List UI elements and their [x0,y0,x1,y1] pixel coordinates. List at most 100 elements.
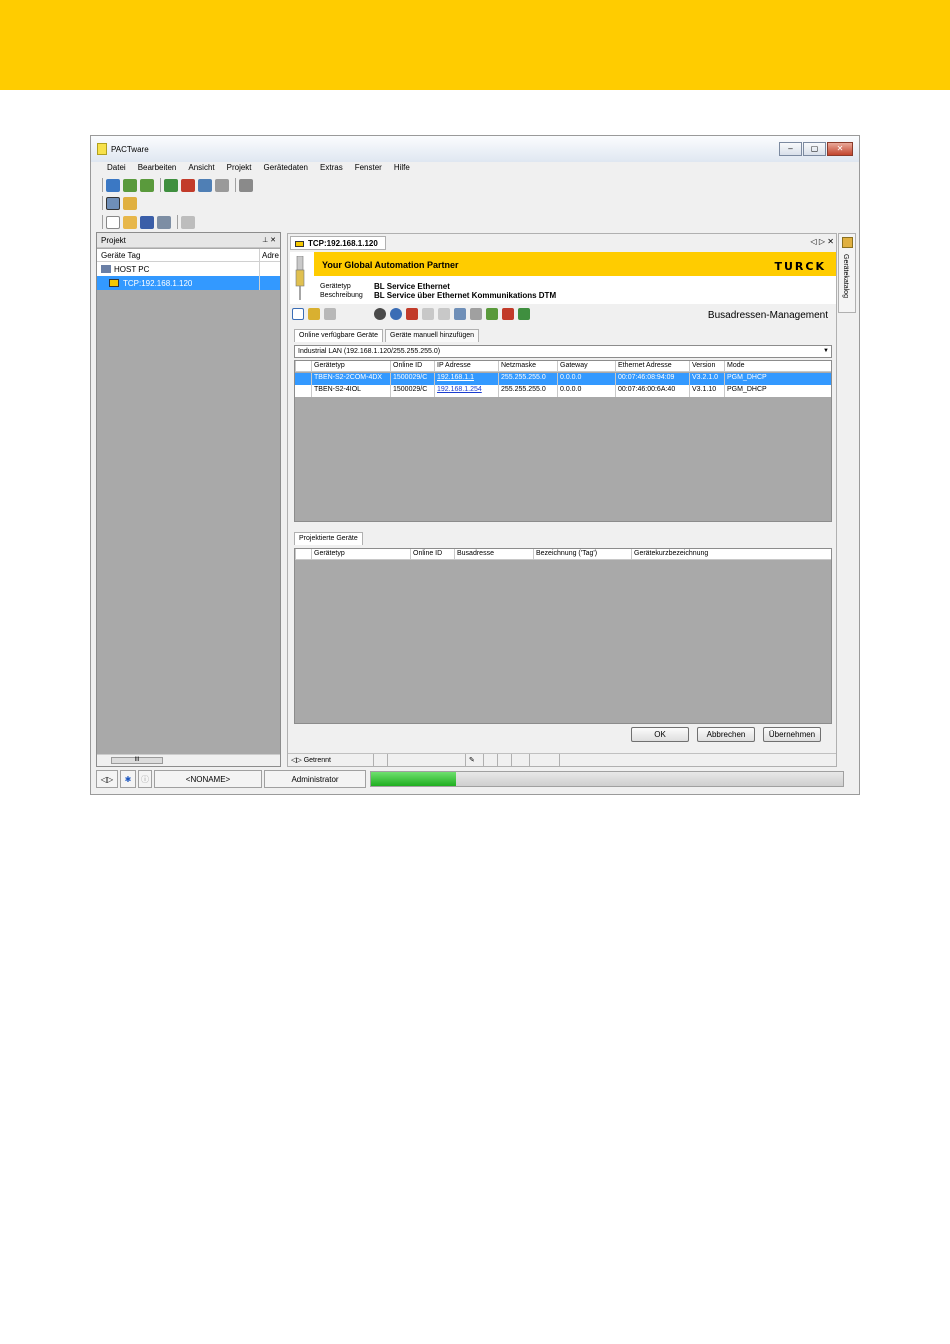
minimize-button[interactable]: – [779,142,802,156]
tree-item-tcp-device[interactable]: TCP:192.168.1.120 [97,276,280,290]
table-row[interactable]: TBEN-S2-4IOL 1500029/C 192.168.1.254 255… [295,385,831,397]
print-device-icon[interactable] [239,178,253,192]
page-header-band [0,0,950,90]
cell-version: V3.2.1.0 [689,373,724,385]
tab-projected-devices[interactable]: Projektierte Geräte [294,532,363,545]
device-catalog-tab[interactable]: Gerätekatalog [838,233,856,313]
settings-icon[interactable] [374,308,386,320]
ip-down-icon[interactable] [422,308,434,320]
menu-ansicht[interactable]: Ansicht [182,162,220,176]
column-geraetetyp[interactable]: Gerätetyp [311,361,390,371]
toolbar-separator [235,178,236,192]
column-bezeichnung[interactable]: Bezeichnung ('Tag') [533,549,631,559]
project-view-icon[interactable] [106,178,120,192]
column-geraetekurzbezeichnung[interactable]: Gerätekurzbezeichnung [631,549,831,559]
menu-bar: Datei Bearbeiten Ansicht Projekt Geräted… [91,162,859,176]
column-adresse[interactable]: Adre [259,249,281,262]
ip-up-icon[interactable] [438,308,450,320]
column-version[interactable]: Version [689,361,724,371]
column-ethernet-adresse[interactable]: Ethernet Adresse [615,361,689,371]
tab-online-devices[interactable]: Online verfügbare Geräte [294,329,383,342]
add-device-icon[interactable] [454,308,466,320]
banner-slogan: Your Global Automation Partner [322,260,459,270]
cell-version: V3.1.10 [689,385,724,397]
tab-navigation[interactable]: ◁ ▷ ✕ [811,237,834,246]
connect-icon[interactable] [123,178,137,192]
diagnosis-icon[interactable] [215,178,229,192]
computer-icon [101,265,111,273]
refresh-icon[interactable] [324,308,336,320]
project-tree-header: Geräte Tag Adre [97,249,280,262]
cell-ethernet-adresse: 00:07:46:00:6A:40 [615,385,689,397]
open-folder-icon[interactable] [123,215,137,229]
tab-add-manually[interactable]: Geräte manuell hinzufügen [385,329,480,342]
reset-icon[interactable] [502,308,514,320]
column-ip-adresse[interactable]: IP Adresse [434,361,498,371]
column-online-id[interactable]: Online ID [410,549,454,559]
info-icon[interactable] [390,308,402,320]
project-window-icon[interactable] [106,196,120,210]
toolbar-grip [102,215,103,229]
dialog-buttons: OK Abbrechen Übernehmen [623,727,821,742]
upload-icon[interactable] [164,178,178,192]
menu-geraetedaten[interactable]: Gerätedaten [258,162,314,176]
status-cell [374,754,388,767]
column-geraete-tag[interactable]: Geräte Tag [101,251,140,260]
asterisk-icon[interactable]: ✱ [120,770,136,788]
pactware-window: PACTware – ▢ ✕ Datei Bearbeiten Ansicht … [90,135,860,795]
toolbar-separator [177,215,178,229]
cell-ip-link[interactable]: 192.168.1.1 [434,373,498,385]
online-tabs: Online verfügbare Geräte Geräte manuell … [294,329,481,342]
column-gateway[interactable]: Gateway [557,361,615,371]
dtm-toolbar-icons [292,308,534,320]
close-button[interactable]: ✕ [827,142,853,156]
column-busadresse[interactable]: Busadresse [454,549,533,559]
project-panel: Projekt ⊥ ✕ Geräte Tag Adre HOST PC TCP:… [96,232,281,767]
menu-projekt[interactable]: Projekt [221,162,258,176]
column-geraetetyp[interactable]: Gerätetyp [311,549,410,559]
view-toolbar [99,194,140,212]
connection-status-text: Getrennt [303,757,331,764]
status-cell [388,754,466,767]
ok-button[interactable]: OK [631,727,689,742]
column-online-id[interactable]: Online ID [390,361,434,371]
horizontal-scrollbar[interactable]: III [97,754,280,766]
wink-icon[interactable] [406,308,418,320]
write-icon[interactable] [518,308,530,320]
info-status-icon[interactable]: ⓘ [138,770,152,788]
scan-icon[interactable] [308,308,320,320]
remove-device-icon[interactable] [470,308,482,320]
pin-close-controls[interactable]: ⊥ ✕ [262,236,276,244]
window-title: PACTware [111,145,149,154]
catalog-window-icon[interactable] [123,196,137,210]
column-mode[interactable]: Mode [724,361,831,371]
cell-gateway: 0.0.0.0 [557,373,615,385]
view-icon[interactable] [292,308,304,320]
device-toolbar [99,176,256,194]
menu-extras[interactable]: Extras [314,162,349,176]
table-row[interactable]: TBEN-S2-2COM-4DX 1500029/C 192.168.1.1 2… [295,373,831,385]
column-netzmaske[interactable]: Netzmaske [498,361,557,371]
network-select[interactable]: Industrial LAN (192.168.1.120/255.255.25… [294,345,832,358]
connection-icon[interactable]: ◁▷ [96,770,118,788]
download-icon[interactable] [181,178,195,192]
scrollbar-thumb[interactable]: III [111,757,163,764]
new-file-icon[interactable] [106,215,120,229]
maximize-button[interactable]: ▢ [803,142,826,156]
menu-bearbeiten[interactable]: Bearbeiten [132,162,183,176]
cell-ip-link[interactable]: 192.168.1.254 [434,385,498,397]
title-bar: PACTware – ▢ ✕ [91,136,859,162]
apply-button[interactable]: Übernehmen [763,727,821,742]
save-icon[interactable] [140,215,154,229]
dtm-document-tab[interactable]: TCP:192.168.1.120 [290,236,386,250]
print-icon[interactable] [157,215,171,229]
menu-datei[interactable]: Datei [101,162,132,176]
network-icon[interactable] [486,308,498,320]
print-preview-icon[interactable] [181,215,195,229]
parameter-icon[interactable] [198,178,212,192]
cancel-button[interactable]: Abbrechen [697,727,755,742]
disconnect-icon[interactable] [140,178,154,192]
tree-item-host-pc[interactable]: HOST PC [97,262,280,276]
menu-fenster[interactable]: Fenster [349,162,388,176]
menu-hilfe[interactable]: Hilfe [388,162,416,176]
